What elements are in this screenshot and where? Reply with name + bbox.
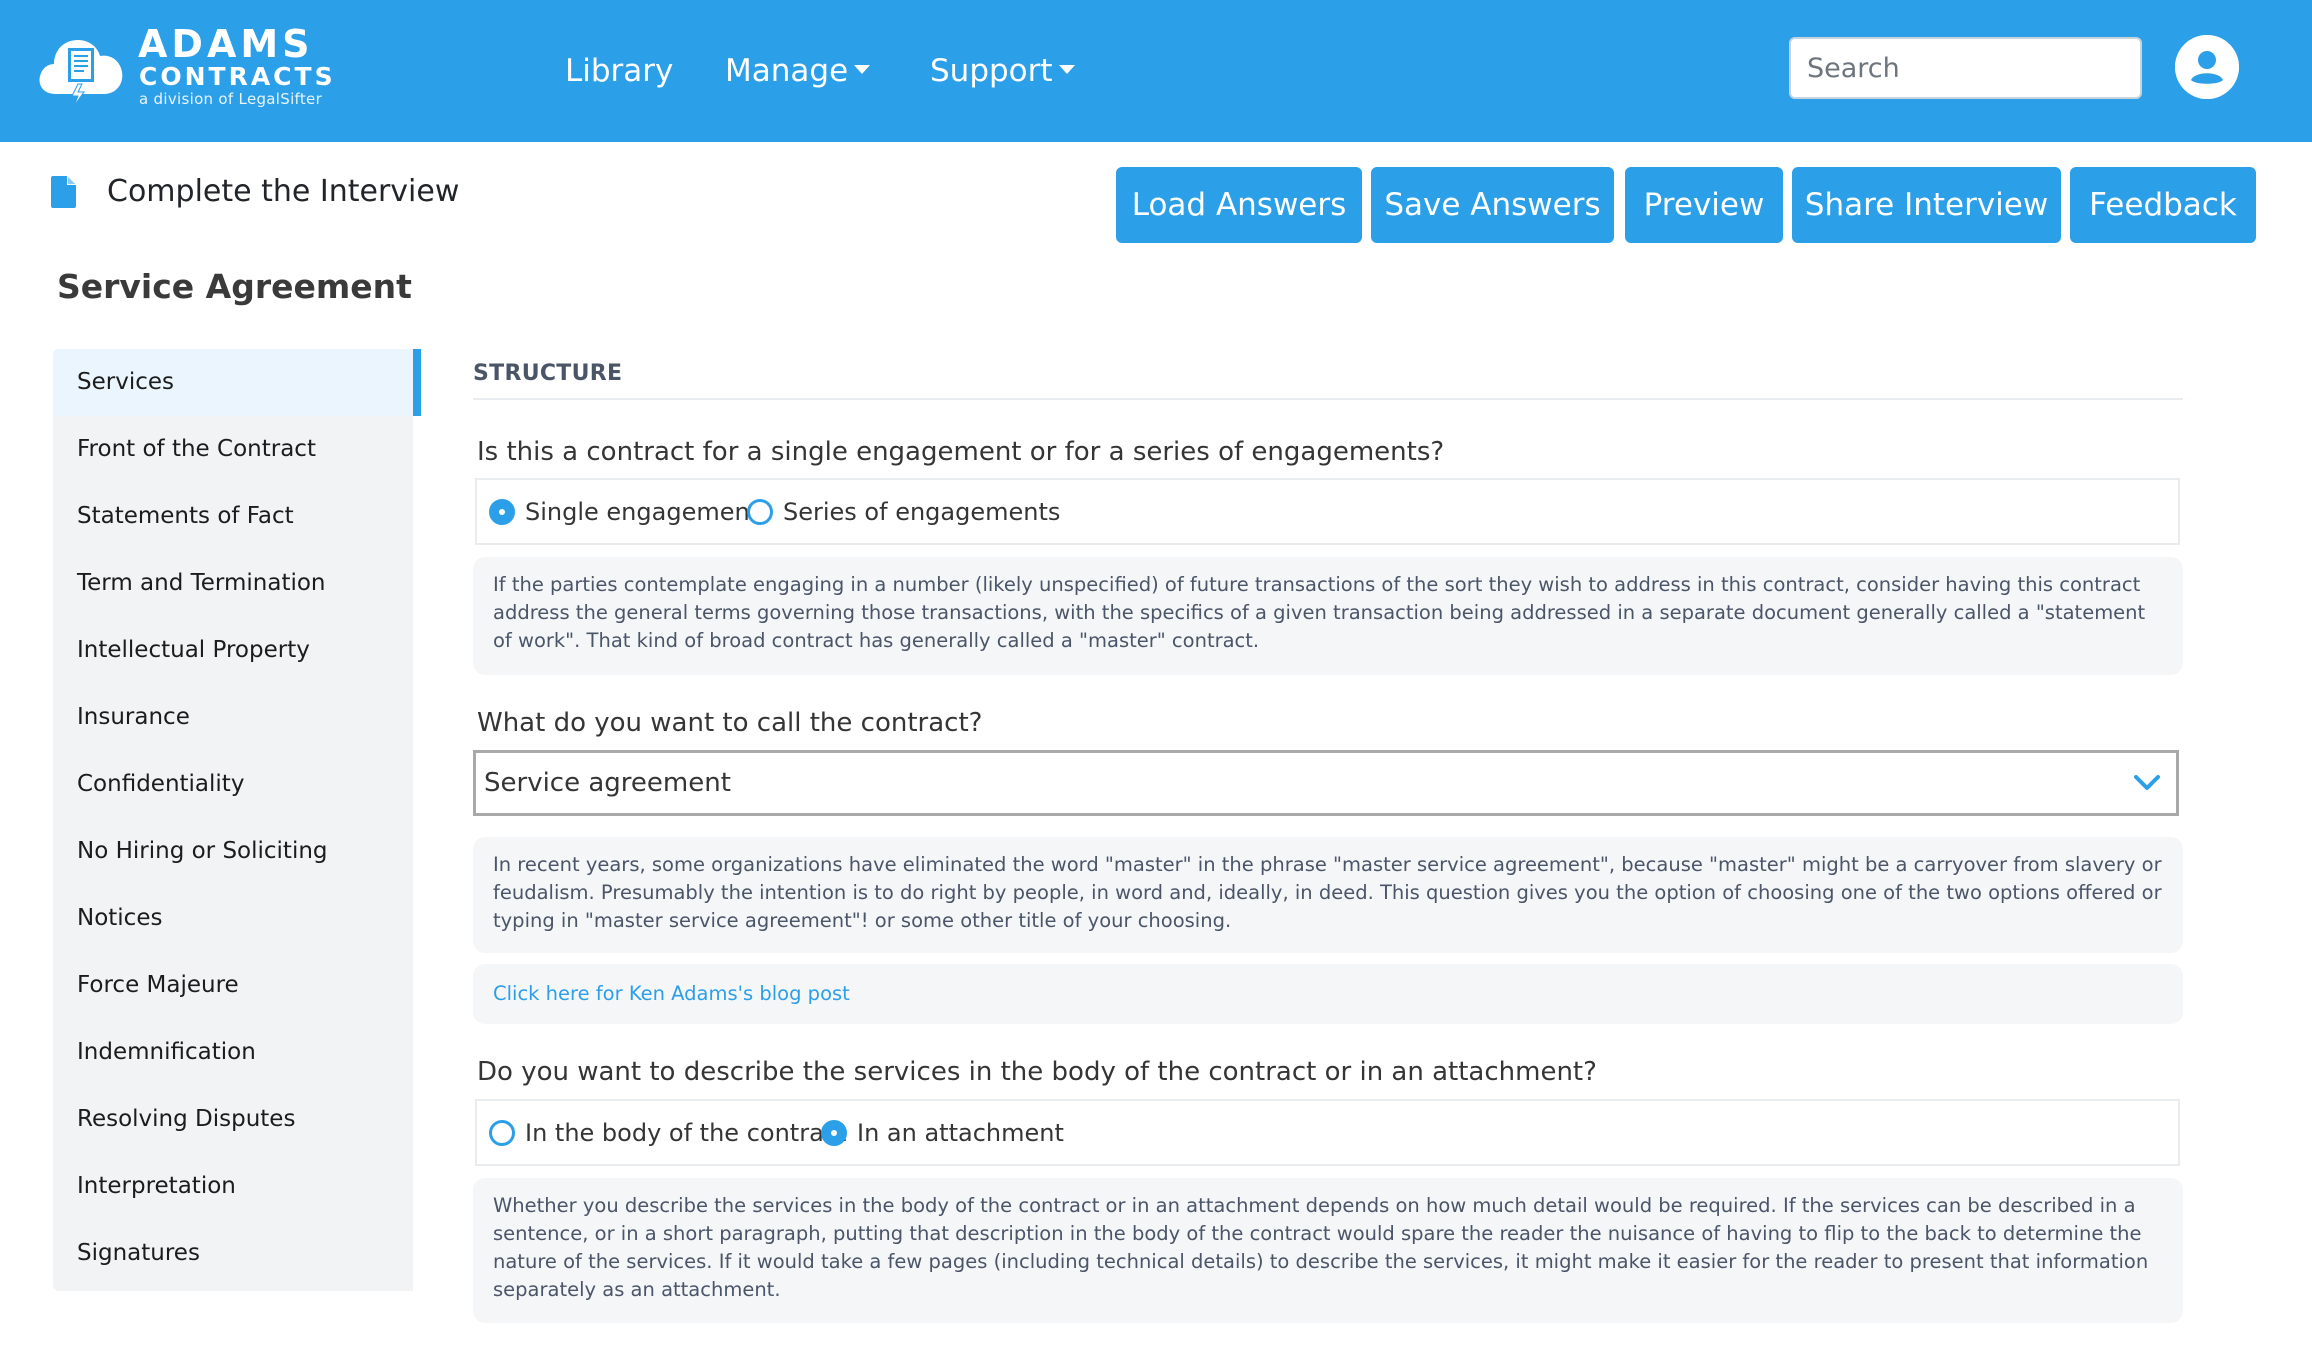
load-answers-button[interactable]: Load Answers <box>1116 167 1362 243</box>
sidebar-item-interpretation[interactable]: Interpretation <box>53 1153 413 1220</box>
nav-manage-dropdown[interactable]: Manage <box>725 44 871 98</box>
brand-division: a division of LegalSifter <box>139 90 323 108</box>
radio-unchecked-icon <box>489 1119 515 1146</box>
radio-single-engagement[interactable]: Single engagement <box>489 480 759 543</box>
nav-library[interactable]: Library <box>565 44 673 98</box>
sidebar-item-services[interactable]: Services <box>53 349 413 416</box>
sidebar-item-no-hiring-or-soliciting[interactable]: No Hiring or Soliciting <box>53 818 413 885</box>
top-navbar: ADAMS CONTRACTS a division of LegalSifte… <box>0 0 2312 142</box>
section-divider <box>473 398 2183 400</box>
section-heading: STRUCTURE <box>473 361 623 386</box>
caret-down-icon <box>854 65 871 74</box>
engagement-type-radio-group: Single engagement Series of engagements <box>475 478 2180 545</box>
sidebar-item-force-majeure[interactable]: Force Majeure <box>53 952 413 1019</box>
caret-down-icon <box>1058 65 1075 74</box>
section-sidebar: Services Front of the Contract Statement… <box>53 349 413 1291</box>
preview-button[interactable]: Preview <box>1625 167 1783 243</box>
sidebar-item-notices[interactable]: Notices <box>53 885 413 952</box>
document-title: Service Agreement <box>57 267 412 306</box>
sidebar-item-signatures[interactable]: Signatures <box>53 1220 413 1287</box>
radio-checked-icon <box>821 1119 847 1146</box>
radio-checked-icon <box>489 498 515 525</box>
question-services-location: Do you want to describe the services in … <box>477 1057 1597 1087</box>
contract-title-value: Service agreement <box>484 768 731 798</box>
sidebar-active-indicator <box>413 349 421 416</box>
user-avatar-button[interactable] <box>2175 35 2239 99</box>
cloud-document-icon <box>39 40 123 107</box>
nav-library-label: Library <box>565 53 674 89</box>
help-text-services-location: Whether you describe the services in the… <box>473 1178 2183 1323</box>
feedback-button[interactable]: Feedback <box>2070 167 2256 243</box>
nav-support-label: Support <box>930 53 1053 89</box>
radio-label: In an attachment <box>857 1118 1064 1147</box>
radio-label: In the body of the contract <box>525 1118 847 1147</box>
sidebar-item-indemnification[interactable]: Indemnification <box>53 1019 413 1086</box>
sidebar-item-resolving-disputes[interactable]: Resolving Disputes <box>53 1086 413 1153</box>
sidebar-item-confidentiality[interactable]: Confidentiality <box>53 751 413 818</box>
chevron-down-icon <box>2134 775 2160 790</box>
sidebar-item-statements-of-fact[interactable]: Statements of Fact <box>53 483 413 550</box>
services-location-radio-group: In the body of the contract In an attach… <box>475 1099 2180 1166</box>
radio-label: Series of engagements <box>783 497 1061 526</box>
blog-post-link[interactable]: Click here for Ken Adams's blog post <box>493 982 850 1005</box>
radio-in-body-of-contract[interactable]: In the body of the contract <box>489 1101 846 1164</box>
share-interview-button[interactable]: Share Interview <box>1792 167 2061 243</box>
help-text-engagement-type: If the parties contemplate engaging in a… <box>473 557 2183 675</box>
save-answers-button[interactable]: Save Answers <box>1371 167 1614 243</box>
user-circle-icon <box>2175 35 2239 99</box>
blog-link-box: Click here for Ken Adams's blog post <box>473 964 2183 1024</box>
radio-label: Single engagement <box>525 497 760 526</box>
nav-support-dropdown[interactable]: Support <box>930 44 1075 98</box>
sidebar-item-term-and-termination[interactable]: Term and Termination <box>53 550 413 617</box>
question-engagement-type: Is this a contract for a single engageme… <box>477 437 1445 467</box>
sidebar-item-front-of-the-contract[interactable]: Front of the Contract <box>53 416 413 483</box>
brand-subtitle: CONTRACTS <box>139 62 336 91</box>
page-title: Complete the Interview <box>107 174 460 209</box>
sidebar-item-insurance[interactable]: Insurance <box>53 684 413 751</box>
radio-unchecked-icon <box>747 498 773 525</box>
contract-title-select[interactable]: Service agreement <box>473 750 2179 816</box>
nav-manage-label: Manage <box>725 53 849 89</box>
sidebar-item-intellectual-property[interactable]: Intellectual Property <box>53 617 413 684</box>
radio-series-of-engagements[interactable]: Series of engagements <box>747 480 1060 543</box>
brand-logo[interactable]: ADAMS CONTRACTS a division of LegalSifte… <box>36 22 336 112</box>
brand-name: ADAMS <box>138 22 314 66</box>
question-contract-title: What do you want to call the contract? <box>477 708 983 738</box>
document-icon <box>51 176 76 208</box>
search-input[interactable] <box>1789 37 2142 99</box>
radio-in-attachment[interactable]: In an attachment <box>821 1101 1064 1164</box>
help-text-contract-title: In recent years, some organizations have… <box>473 837 2183 953</box>
